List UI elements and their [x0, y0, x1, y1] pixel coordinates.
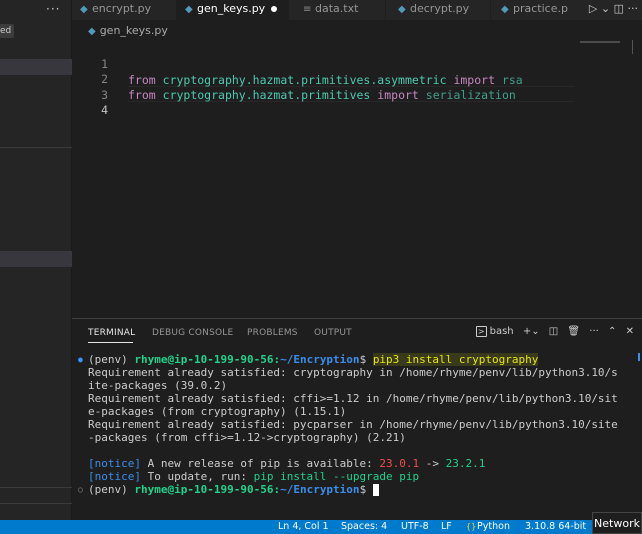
text-file-icon: ≡	[303, 4, 312, 15]
explorer-sidebar: ··· ed	[0, 0, 72, 520]
terminal-line: Requirement already satisfied: cryptogra…	[88, 366, 618, 379]
braces-icon: {}	[466, 522, 477, 531]
network-tooltip: Network	[592, 512, 642, 534]
breadcrumb[interactable]: ◆ gen_keys.py	[88, 22, 168, 40]
cursor-position[interactable]: Ln 4, Col 1	[278, 520, 329, 534]
code-module: cryptography.hazmat.primitives.asymmetri…	[162, 73, 447, 87]
editor-actions: ▷ ⌄ ◫ ···	[576, 0, 642, 20]
close-icon[interactable]: ✕	[626, 326, 634, 337]
code-identifier: serialization	[425, 88, 516, 102]
tab-decrypt-py[interactable]: ◆ decrypt.py	[386, 0, 490, 20]
sidebar-divider	[0, 147, 72, 148]
code-line: 1 from cryptography.hazmat.primitives.as…	[72, 40, 523, 87]
tab-gen-keys-py[interactable]: ◆ gen_keys.py	[177, 0, 289, 20]
breadcrumb-file[interactable]: gen_keys.py	[100, 24, 168, 37]
terminal-line: e-packages (from cryptography) (1.15.1)	[88, 405, 347, 418]
trash-icon[interactable]: 🗑	[567, 326, 580, 337]
tab-label: decrypt.py	[410, 2, 470, 15]
status-bar: Ln 4, Col 1 Spaces: 4 UTF-8 LF {} Python…	[0, 520, 642, 534]
tab-terminal[interactable]: TERMINAL	[88, 327, 135, 339]
terminal-scroll-marker	[638, 353, 640, 361]
editor-tab-bar: ◆ encrypt.py ◆ gen_keys.py ≡ data.txt ◆ decr…	[72, 0, 642, 20]
terminal-cursor	[372, 484, 379, 496]
python-file-icon: ◆	[80, 4, 88, 15]
more-actions-icon[interactable]: ···	[589, 326, 599, 337]
line-number: 4	[101, 103, 108, 117]
tab-output[interactable]: OUTPUT	[314, 327, 352, 339]
bottom-panel: TERMINAL DEBUG CONSOLE PROBLEMS OUTPUT >…	[72, 318, 642, 520]
command-success-icon[interactable]: ●	[78, 353, 83, 366]
terminal-line: ite-packages (39.0.2)	[88, 379, 228, 392]
terminal-line: (penv) rhyme@ip-10-199-90-56:~/Encryptio…	[88, 353, 539, 366]
python-interpreter[interactable]: 3.10.8 64-bit	[525, 520, 586, 534]
terminal-command: pip3 install cryptography	[372, 353, 539, 366]
code-line: 2 from cryptography.hazmat.primitives im…	[72, 55, 516, 102]
code-keyword: from	[128, 88, 156, 102]
panel-toolbar: > bash +⌄ ◫ 🗑 ··· ⌃ ✕	[470, 324, 634, 340]
sidebar-divider	[0, 487, 72, 488]
more-actions-icon[interactable]: ···	[628, 2, 639, 15]
run-icon[interactable]: ▷	[589, 2, 597, 15]
tab-label: encrypt.py	[92, 2, 152, 15]
python-file-icon: ◆	[185, 4, 193, 15]
tab-label: gen_keys.py	[197, 2, 266, 15]
chevron-down-icon[interactable]: ⌄	[601, 2, 610, 15]
split-terminal-icon[interactable]: ◫	[549, 326, 558, 337]
maximize-panel-icon[interactable]: ⌃	[608, 326, 616, 337]
sidebar-status-badge: ed	[0, 24, 15, 38]
python-file-icon: ◆	[398, 4, 406, 15]
tab-encrypt-py[interactable]: ◆ encrypt.py	[80, 0, 176, 20]
language-mode[interactable]: {} Python	[466, 520, 510, 534]
tab-practice-py[interactable]: ◆ practice.p	[491, 0, 577, 20]
sidebar-selected-item[interactable]	[0, 59, 72, 75]
sidebar-divider	[0, 503, 72, 504]
indentation-setting[interactable]: Spaces: 4	[341, 520, 387, 534]
add-terminal-icon[interactable]: +⌄	[523, 326, 540, 337]
shell-label[interactable]: bash	[490, 326, 514, 337]
unsaved-dot-icon[interactable]	[271, 6, 278, 12]
active-tab-indicator	[88, 342, 133, 343]
tab-problems[interactable]: PROBLEMS	[247, 327, 298, 339]
code-line: 4	[72, 86, 108, 117]
tab-label: data.txt	[315, 2, 359, 15]
file-encoding[interactable]: UTF-8	[401, 520, 429, 534]
split-editor-icon[interactable]: ◫	[614, 2, 624, 15]
sidebar-focused-item[interactable]	[0, 251, 72, 267]
editor-scrollbar[interactable]	[632, 40, 633, 54]
terminal-line: Requirement already satisfied: cffi>=1.1…	[88, 392, 618, 405]
terminal-prompt-line: (penv) rhyme@ip-10-199-90-56:~/Encryptio…	[88, 483, 379, 496]
code-keyword: from	[128, 73, 156, 87]
sidebar-more-actions-button[interactable]: ···	[46, 2, 60, 16]
end-of-line[interactable]: LF	[441, 520, 452, 534]
terminal-line: Requirement already satisfied: pycparser…	[88, 418, 618, 431]
terminal-icon[interactable]: >	[475, 326, 487, 337]
python-file-icon: ◆	[88, 26, 96, 37]
tab-data-txt[interactable]: ≡ data.txt	[289, 0, 385, 20]
tab-debug-console[interactable]: DEBUG CONSOLE	[152, 327, 233, 339]
code-keyword: import	[453, 73, 495, 87]
code-module: cryptography.hazmat.primitives	[162, 88, 371, 102]
code-line: 3	[72, 71, 108, 102]
minimap[interactable]	[580, 41, 620, 43]
code-editor[interactable]: 1 from cryptography.hazmat.primitives.as…	[72, 40, 642, 318]
terminal-line: -packages (from cffi>=1.12->cryptography…	[88, 431, 406, 444]
python-file-icon: ◆	[501, 4, 509, 15]
command-pending-icon[interactable]: ○	[78, 483, 83, 496]
tab-label: practice.p	[513, 2, 568, 15]
code-identifier: rsa	[501, 73, 523, 87]
terminal-notice-line: [notice] To update, run: pip install --u…	[88, 470, 420, 483]
terminal-notice-line: [notice] A new release of pip is availab…	[88, 457, 486, 470]
code-keyword: import	[377, 88, 419, 102]
